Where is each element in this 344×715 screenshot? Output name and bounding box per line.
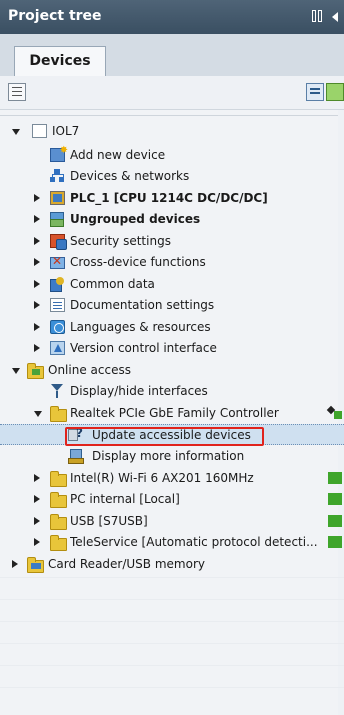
tree-item-label: Ungrouped devices	[70, 212, 201, 226]
tree-item-label: IOL7	[52, 124, 80, 138]
tree-item-label: Online access	[48, 363, 131, 377]
tree-item-version-control-interface[interactable]: Version control interface	[0, 338, 344, 359]
plc-icon	[50, 191, 65, 205]
tree-item-realtek-controller[interactable]: Realtek PCIe GbE Family Controller	[0, 403, 344, 424]
expand-icon[interactable]	[12, 368, 20, 374]
expand-icon[interactable]	[34, 538, 40, 546]
tree-item-cross-device-functions[interactable]: ✕ Cross-device functions	[0, 252, 344, 273]
device-info-icon	[68, 449, 84, 464]
folder-icon	[50, 492, 67, 508]
tree-item-languages-resources[interactable]: Languages & resources	[0, 317, 344, 338]
tree-item-label: Languages & resources	[70, 320, 211, 334]
tree-item-label: Common data	[70, 277, 155, 291]
maximize-view-icon[interactable]	[326, 83, 344, 101]
tree-item-label: Security settings	[70, 234, 171, 248]
tree-item-label: Version control interface	[70, 341, 217, 355]
row-divider	[0, 599, 344, 600]
folder-icon	[50, 535, 67, 551]
tree-item-display-more-information[interactable]: Display more information	[0, 446, 344, 467]
tree-item-project[interactable]: IOL7	[0, 121, 344, 142]
project-tree-titlebar: Project tree	[0, 0, 344, 34]
tree-item-label: Documentation settings	[70, 298, 215, 312]
expand-icon[interactable]	[12, 129, 20, 135]
expand-icon[interactable]	[34, 344, 40, 352]
panel-title: Project tree	[8, 8, 102, 24]
folder-icon	[50, 471, 67, 487]
tree-item-ungrouped-devices[interactable]: Ungrouped devices	[0, 209, 344, 230]
tab-devices[interactable]: Devices	[14, 46, 106, 76]
folder-icon	[50, 406, 67, 422]
connection-status-icon	[328, 493, 342, 505]
tree-item-display-hide-interfaces[interactable]: Display/hide interfaces	[0, 381, 344, 402]
expand-icon[interactable]	[34, 323, 40, 331]
tab-strip: Devices	[0, 34, 344, 76]
row-divider	[0, 687, 344, 688]
tree-item-label: PLC_1 [CPU 1214C DC/DC/DC]	[70, 191, 268, 205]
tree-item-common-data[interactable]: Common data	[0, 274, 344, 295]
pin-panel-icon[interactable]	[312, 10, 324, 22]
tree-item-label: Display more information	[92, 449, 245, 463]
expand-icon[interactable]	[34, 517, 40, 525]
row-divider	[0, 577, 344, 578]
common-data-icon	[50, 277, 65, 292]
expand-icon[interactable]	[34, 301, 40, 309]
connection-status-icon	[328, 515, 342, 527]
project-icon	[32, 124, 47, 138]
tree-item-intel-wifi[interactable]: Intel(R) Wi-Fi 6 AX201 160MHz	[0, 468, 344, 489]
network-connection-status-icon	[326, 405, 342, 419]
tree-item-security-settings[interactable]: Security settings	[0, 231, 344, 252]
tree-item-card-reader[interactable]: Card Reader/USB memory	[0, 554, 344, 575]
tree-item-label: Cross-device functions	[70, 255, 206, 269]
tree-item-label: TeleService [Automatic protocol detecti.…	[70, 535, 318, 549]
tree-item-label: Intel(R) Wi-Fi 6 AX201 160MHz	[70, 471, 254, 485]
ungrouped-devices-icon	[50, 212, 65, 227]
tree-item-devices-networks[interactable]: Devices & networks	[0, 166, 344, 187]
network-icon	[50, 169, 65, 183]
online-access-icon	[27, 363, 44, 379]
documentation-settings-icon	[50, 298, 65, 312]
tree-item-label: USB [S7USB]	[70, 514, 148, 528]
expand-icon[interactable]	[34, 280, 40, 288]
show-overview-icon[interactable]	[8, 83, 26, 101]
tree-item-usb[interactable]: USB [S7USB]	[0, 511, 344, 532]
tree-item-label: Devices & networks	[70, 169, 190, 183]
tree-item-pc-internal[interactable]: PC internal [Local]	[0, 489, 344, 510]
row-divider	[0, 643, 344, 644]
connection-status-icon	[328, 536, 342, 548]
tree-toolbar	[0, 76, 344, 110]
expand-icon[interactable]	[34, 474, 40, 482]
row-divider	[0, 665, 344, 666]
security-settings-icon	[50, 234, 67, 250]
tree-item-online-access[interactable]: Online access	[0, 360, 344, 381]
languages-resources-icon	[50, 320, 65, 334]
details-view-icon[interactable]	[306, 83, 324, 101]
expand-icon[interactable]	[34, 495, 40, 503]
expand-icon[interactable]	[12, 560, 18, 568]
tree-item-plc[interactable]: PLC_1 [CPU 1214C DC/DC/DC]	[0, 188, 344, 209]
card-reader-icon	[27, 557, 44, 573]
tree-item-label: Add new device	[70, 148, 166, 162]
expand-icon[interactable]	[34, 237, 40, 245]
add-device-icon: ✸	[50, 145, 68, 162]
tree-item-label: PC internal [Local]	[70, 492, 180, 506]
version-control-icon	[50, 341, 65, 355]
folder-icon	[50, 514, 67, 530]
divider	[0, 115, 344, 116]
cross-device-functions-icon: ✕	[50, 255, 65, 269]
collapse-panel-icon[interactable]	[332, 12, 338, 22]
tree-item-documentation-settings[interactable]: Documentation settings	[0, 295, 344, 316]
tree-item-teleservice[interactable]: TeleService [Automatic protocol detecti.…	[0, 532, 344, 553]
connection-status-icon	[328, 472, 342, 484]
row-divider	[0, 621, 344, 622]
tree-item-label: Card Reader/USB memory	[48, 557, 205, 571]
tree-item-label: Display/hide interfaces	[70, 384, 208, 398]
filter-icon	[50, 384, 65, 398]
tree-item-add-new-device[interactable]: ✸ Add new device	[0, 145, 344, 166]
expand-icon[interactable]	[34, 258, 40, 266]
highlight-box	[65, 427, 264, 446]
expand-icon[interactable]	[34, 194, 40, 202]
tree-item-label: Realtek PCIe GbE Family Controller	[70, 406, 279, 420]
expand-icon[interactable]	[34, 411, 42, 417]
expand-icon[interactable]	[34, 215, 40, 223]
